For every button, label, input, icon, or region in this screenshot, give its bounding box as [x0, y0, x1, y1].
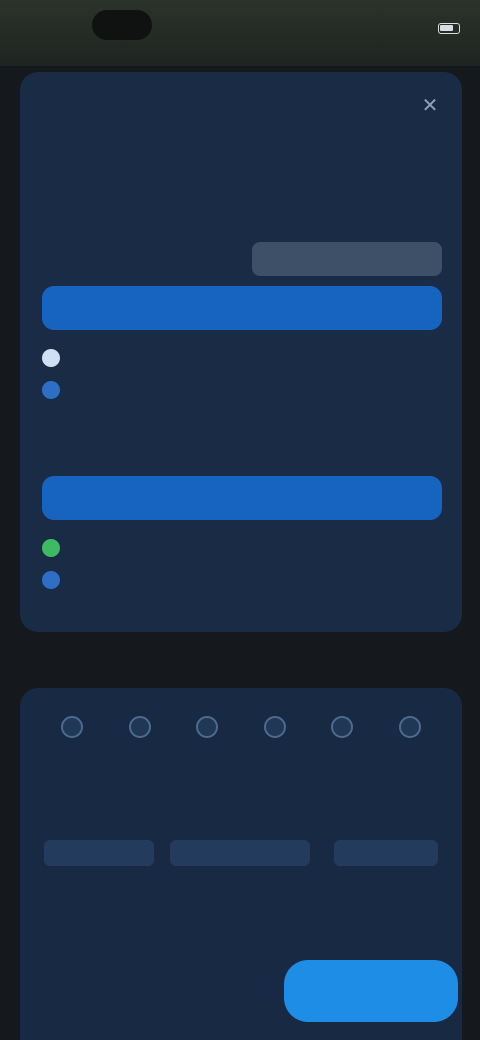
- status-indicators: [432, 20, 460, 35]
- tab-bar: [36, 164, 446, 194]
- step-item[interactable]: [118, 716, 162, 776]
- step-circle-icon: [128, 716, 151, 738]
- step-item[interactable]: [50, 716, 94, 776]
- legend-row: [42, 536, 442, 560]
- step-circle-icon: [331, 716, 354, 738]
- step-item[interactable]: [253, 716, 297, 776]
- tab-5[interactable]: [430, 164, 446, 194]
- close-icon[interactable]: ✕: [416, 92, 444, 120]
- bottom-sheet: ✕: [20, 72, 462, 632]
- step-circle-icon: [196, 716, 219, 738]
- step-item[interactable]: [320, 716, 364, 776]
- panel-row: [44, 802, 438, 822]
- step-circle-icon: [398, 716, 421, 738]
- tab-4[interactable]: [332, 164, 348, 194]
- legend-dot-blue: [42, 571, 60, 589]
- primary-bar-1[interactable]: [42, 286, 442, 330]
- legend-dot-blue: [42, 381, 60, 399]
- step-circle-icon: [61, 716, 83, 738]
- legend-row: [42, 346, 442, 370]
- camera-notch: [92, 10, 152, 40]
- primary-bar-2[interactable]: [42, 476, 442, 520]
- date-row: [42, 242, 442, 276]
- legend-row: [42, 378, 442, 402]
- date-pill[interactable]: [252, 242, 442, 276]
- step-item[interactable]: [388, 716, 432, 776]
- status-bar: [0, 0, 480, 66]
- tab-2[interactable]: [135, 164, 151, 194]
- battery-icon: [438, 23, 460, 35]
- tab-3[interactable]: [233, 164, 249, 194]
- primary-action-button[interactable]: [284, 960, 458, 1022]
- step-circle-icon: [263, 716, 286, 738]
- option-chip[interactable]: [170, 840, 310, 866]
- option-chip[interactable]: [44, 840, 154, 866]
- tab-1[interactable]: [36, 164, 52, 194]
- option-chip[interactable]: [334, 840, 438, 866]
- step-indicator: [50, 716, 432, 776]
- step-item[interactable]: [185, 716, 229, 776]
- legend-row: [42, 568, 442, 592]
- legend-dot-light: [42, 349, 60, 367]
- legend-dot-green: [42, 539, 60, 557]
